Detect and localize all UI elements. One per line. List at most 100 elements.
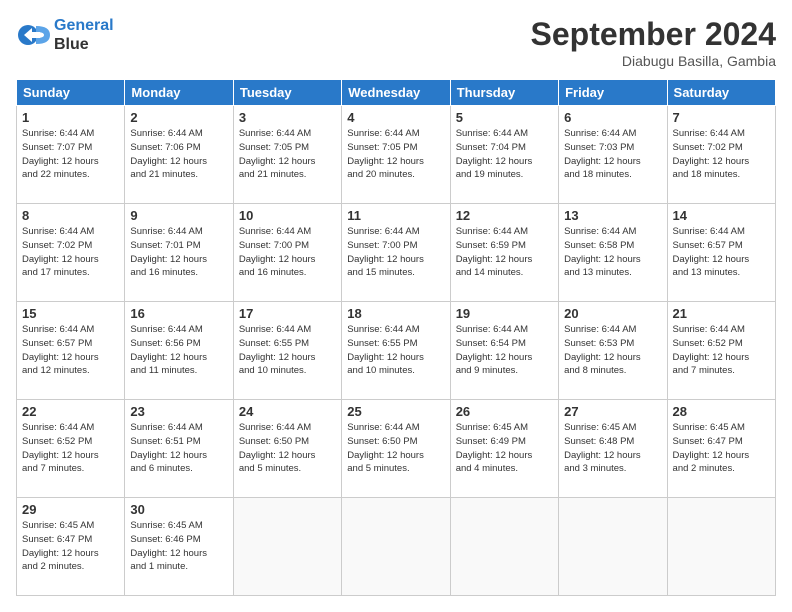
table-row: 9 Sunrise: 6:44 AM Sunset: 7:01 PM Dayli… — [125, 204, 233, 302]
table-row: 5 Sunrise: 6:44 AM Sunset: 7:04 PM Dayli… — [450, 106, 558, 204]
day-info: Sunrise: 6:44 AM Sunset: 7:03 PM Dayligh… — [564, 127, 661, 182]
month-year-title: September 2024 — [531, 16, 776, 53]
day-info: Sunrise: 6:44 AM Sunset: 7:02 PM Dayligh… — [673, 127, 770, 182]
day-number: 29 — [22, 502, 119, 517]
day-info: Sunrise: 6:44 AM Sunset: 7:05 PM Dayligh… — [239, 127, 336, 182]
day-number: 30 — [130, 502, 227, 517]
table-row: 17 Sunrise: 6:44 AM Sunset: 6:55 PM Dayl… — [233, 302, 341, 400]
day-info: Sunrise: 6:44 AM Sunset: 6:53 PM Dayligh… — [564, 323, 661, 378]
day-info: Sunrise: 6:44 AM Sunset: 7:00 PM Dayligh… — [239, 225, 336, 280]
day-number: 8 — [22, 208, 119, 223]
header-saturday: Saturday — [667, 80, 775, 106]
day-number: 19 — [456, 306, 553, 321]
day-number: 1 — [22, 110, 119, 125]
day-number: 21 — [673, 306, 770, 321]
table-row: 15 Sunrise: 6:44 AM Sunset: 6:57 PM Dayl… — [17, 302, 125, 400]
day-number: 15 — [22, 306, 119, 321]
table-row — [559, 498, 667, 596]
day-info: Sunrise: 6:44 AM Sunset: 6:52 PM Dayligh… — [22, 421, 119, 476]
table-row: 27 Sunrise: 6:45 AM Sunset: 6:48 PM Dayl… — [559, 400, 667, 498]
day-info: Sunrise: 6:45 AM Sunset: 6:46 PM Dayligh… — [130, 519, 227, 574]
logo-text-blue: Blue — [54, 35, 114, 54]
table-row: 28 Sunrise: 6:45 AM Sunset: 6:47 PM Dayl… — [667, 400, 775, 498]
table-row: 12 Sunrise: 6:44 AM Sunset: 6:59 PM Dayl… — [450, 204, 558, 302]
day-info: Sunrise: 6:45 AM Sunset: 6:47 PM Dayligh… — [22, 519, 119, 574]
header-wednesday: Wednesday — [342, 80, 450, 106]
day-number: 20 — [564, 306, 661, 321]
day-number: 28 — [673, 404, 770, 419]
day-info: Sunrise: 6:44 AM Sunset: 6:59 PM Dayligh… — [456, 225, 553, 280]
table-row: 19 Sunrise: 6:44 AM Sunset: 6:54 PM Dayl… — [450, 302, 558, 400]
table-row: 26 Sunrise: 6:45 AM Sunset: 6:49 PM Dayl… — [450, 400, 558, 498]
header-monday: Monday — [125, 80, 233, 106]
day-info: Sunrise: 6:44 AM Sunset: 6:57 PM Dayligh… — [22, 323, 119, 378]
table-row: 11 Sunrise: 6:44 AM Sunset: 7:00 PM Dayl… — [342, 204, 450, 302]
table-row: 1 Sunrise: 6:44 AM Sunset: 7:07 PM Dayli… — [17, 106, 125, 204]
day-info: Sunrise: 6:44 AM Sunset: 6:56 PM Dayligh… — [130, 323, 227, 378]
day-number: 17 — [239, 306, 336, 321]
day-info: Sunrise: 6:44 AM Sunset: 7:07 PM Dayligh… — [22, 127, 119, 182]
table-row: 14 Sunrise: 6:44 AM Sunset: 6:57 PM Dayl… — [667, 204, 775, 302]
day-number: 6 — [564, 110, 661, 125]
day-number: 16 — [130, 306, 227, 321]
day-number: 12 — [456, 208, 553, 223]
calendar-week-row: 22 Sunrise: 6:44 AM Sunset: 6:52 PM Dayl… — [17, 400, 776, 498]
day-number: 11 — [347, 208, 444, 223]
day-info: Sunrise: 6:44 AM Sunset: 6:50 PM Dayligh… — [239, 421, 336, 476]
table-row: 22 Sunrise: 6:44 AM Sunset: 6:52 PM Dayl… — [17, 400, 125, 498]
calendar-week-row: 8 Sunrise: 6:44 AM Sunset: 7:02 PM Dayli… — [17, 204, 776, 302]
weekday-header-row: Sunday Monday Tuesday Wednesday Thursday… — [17, 80, 776, 106]
table-row: 6 Sunrise: 6:44 AM Sunset: 7:03 PM Dayli… — [559, 106, 667, 204]
table-row: 8 Sunrise: 6:44 AM Sunset: 7:02 PM Dayli… — [17, 204, 125, 302]
table-row: 13 Sunrise: 6:44 AM Sunset: 6:58 PM Dayl… — [559, 204, 667, 302]
day-number: 18 — [347, 306, 444, 321]
day-info: Sunrise: 6:44 AM Sunset: 6:50 PM Dayligh… — [347, 421, 444, 476]
day-number: 22 — [22, 404, 119, 419]
table-row: 3 Sunrise: 6:44 AM Sunset: 7:05 PM Dayli… — [233, 106, 341, 204]
location-subtitle: Diabugu Basilla, Gambia — [531, 53, 776, 69]
calendar-week-row: 15 Sunrise: 6:44 AM Sunset: 6:57 PM Dayl… — [17, 302, 776, 400]
day-number: 13 — [564, 208, 661, 223]
table-row: 10 Sunrise: 6:44 AM Sunset: 7:00 PM Dayl… — [233, 204, 341, 302]
table-row: 21 Sunrise: 6:44 AM Sunset: 6:52 PM Dayl… — [667, 302, 775, 400]
table-row: 29 Sunrise: 6:45 AM Sunset: 6:47 PM Dayl… — [17, 498, 125, 596]
day-info: Sunrise: 6:44 AM Sunset: 6:55 PM Dayligh… — [347, 323, 444, 378]
logo: General Blue — [16, 16, 114, 54]
table-row — [667, 498, 775, 596]
table-row — [233, 498, 341, 596]
day-number: 3 — [239, 110, 336, 125]
table-row: 7 Sunrise: 6:44 AM Sunset: 7:02 PM Dayli… — [667, 106, 775, 204]
table-row: 4 Sunrise: 6:44 AM Sunset: 7:05 PM Dayli… — [342, 106, 450, 204]
day-number: 23 — [130, 404, 227, 419]
day-info: Sunrise: 6:45 AM Sunset: 6:47 PM Dayligh… — [673, 421, 770, 476]
calendar-week-row: 1 Sunrise: 6:44 AM Sunset: 7:07 PM Dayli… — [17, 106, 776, 204]
day-number: 14 — [673, 208, 770, 223]
calendar-title-block: September 2024 Diabugu Basilla, Gambia — [531, 16, 776, 69]
day-number: 5 — [456, 110, 553, 125]
day-info: Sunrise: 6:44 AM Sunset: 7:06 PM Dayligh… — [130, 127, 227, 182]
table-row: 25 Sunrise: 6:44 AM Sunset: 6:50 PM Dayl… — [342, 400, 450, 498]
day-number: 24 — [239, 404, 336, 419]
day-info: Sunrise: 6:44 AM Sunset: 6:52 PM Dayligh… — [673, 323, 770, 378]
day-info: Sunrise: 6:44 AM Sunset: 6:54 PM Dayligh… — [456, 323, 553, 378]
day-info: Sunrise: 6:44 AM Sunset: 6:55 PM Dayligh… — [239, 323, 336, 378]
day-info: Sunrise: 6:45 AM Sunset: 6:49 PM Dayligh… — [456, 421, 553, 476]
table-row: 18 Sunrise: 6:44 AM Sunset: 6:55 PM Dayl… — [342, 302, 450, 400]
day-info: Sunrise: 6:44 AM Sunset: 6:57 PM Dayligh… — [673, 225, 770, 280]
table-row — [450, 498, 558, 596]
day-info: Sunrise: 6:44 AM Sunset: 7:02 PM Dayligh… — [22, 225, 119, 280]
day-number: 10 — [239, 208, 336, 223]
day-info: Sunrise: 6:44 AM Sunset: 6:51 PM Dayligh… — [130, 421, 227, 476]
day-info: Sunrise: 6:44 AM Sunset: 7:04 PM Dayligh… — [456, 127, 553, 182]
calendar-page: General Blue September 2024 Diabugu Basi… — [0, 0, 792, 612]
day-number: 25 — [347, 404, 444, 419]
calendar-week-row: 29 Sunrise: 6:45 AM Sunset: 6:47 PM Dayl… — [17, 498, 776, 596]
day-number: 27 — [564, 404, 661, 419]
table-row: 2 Sunrise: 6:44 AM Sunset: 7:06 PM Dayli… — [125, 106, 233, 204]
table-row: 30 Sunrise: 6:45 AM Sunset: 6:46 PM Dayl… — [125, 498, 233, 596]
table-row: 20 Sunrise: 6:44 AM Sunset: 6:53 PM Dayl… — [559, 302, 667, 400]
calendar-table: Sunday Monday Tuesday Wednesday Thursday… — [16, 79, 776, 596]
header-tuesday: Tuesday — [233, 80, 341, 106]
table-row — [342, 498, 450, 596]
day-number: 7 — [673, 110, 770, 125]
